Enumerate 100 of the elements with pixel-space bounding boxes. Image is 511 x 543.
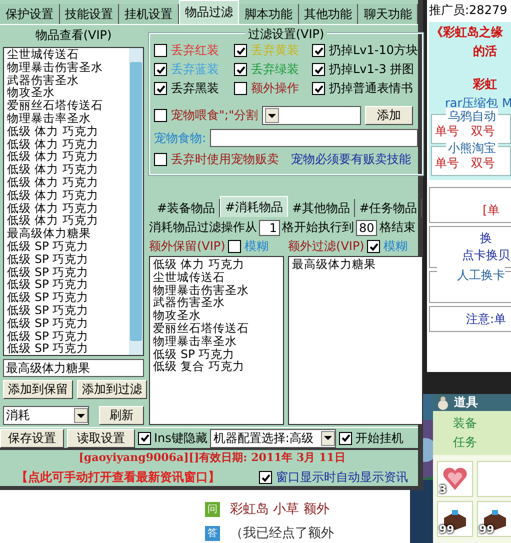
item-slot[interactable]: 3: [437, 461, 473, 497]
list-item[interactable]: 低级 体力 巧克力: [7, 124, 129, 138]
add-button[interactable]: 添加到过滤: [77, 380, 147, 400]
list-box[interactable]: 最高级体力糖果: [288, 256, 424, 425]
list-item[interactable]: 低级 SP 巧克力: [7, 304, 129, 317]
list-item[interactable]: 低级 SP 巧克力: [7, 278, 129, 292]
field-label: 宠物食物:: [154, 130, 206, 146]
checkbox-label: 扔掉普通表情书: [329, 80, 413, 97]
scrollbar[interactable]: [129, 48, 143, 356]
panel-title: 道具: [454, 394, 478, 411]
list-item[interactable]: 最高级体力糖果: [7, 227, 129, 240]
headline-text: 彩虹: [472, 76, 498, 93]
tab[interactable]: #其他物品: [288, 199, 356, 217]
list-item[interactable]: 低级 体力 巧克力: [7, 138, 129, 150]
tab[interactable]: 脚本功能: [239, 4, 299, 24]
checkbox[interactable]: [138, 432, 151, 444]
item-list[interactable]: [3, 47, 144, 356]
checkbox[interactable]: [339, 432, 352, 444]
list-item[interactable]: 低级 体力 巧克力: [153, 258, 280, 271]
list-item[interactable]: 低级 SP 巧克力: [7, 240, 129, 253]
item-name-field[interactable]: 最高级体力糖果: [3, 359, 144, 378]
load-button[interactable]: 读取设置: [67, 428, 135, 448]
tab[interactable]: 物品过滤: [178, 0, 240, 24]
add-button[interactable]: 添加到保留: [3, 380, 73, 400]
list-item[interactable]: 爱丽丝石塔传送石: [153, 322, 280, 335]
list-item[interactable]: 低级 SP 巧克力: [7, 252, 129, 266]
group-title: 过滤设置(VIP): [244, 26, 328, 43]
tab[interactable]: #消耗物品: [220, 196, 288, 217]
item-count: 3: [439, 483, 447, 496]
tab[interactable]: 聊天功能: [358, 4, 418, 24]
list-item[interactable]: 尘世城传送石: [7, 48, 129, 61]
checkbox-label: 丢弃蓝装: [171, 61, 219, 78]
list-item[interactable]: 低级 SP 巧克力: [7, 266, 129, 278]
list-item[interactable]: 低级 复合 巧克力: [153, 360, 280, 374]
machine-select[interactable]: 机器配置选择:高级: [210, 428, 336, 448]
list-item[interactable]: 低级 SP 巧克力: [7, 316, 129, 330]
list-item[interactable]: 尘世城传送石: [153, 270, 280, 284]
checkbox[interactable]: [312, 63, 325, 76]
list-item[interactable]: 低级 体力 巧克力: [7, 163, 129, 176]
checkbox-label: 模糊: [244, 238, 268, 255]
list-item[interactable]: 爱丽丝石塔传送石: [7, 99, 129, 112]
pet-feed-select[interactable]: [262, 106, 362, 125]
checkbox[interactable]: [228, 240, 242, 253]
item-slot[interactable]: 99: [477, 501, 511, 537]
link[interactable]: 双号: [471, 155, 495, 172]
checkbox[interactable]: [234, 63, 247, 76]
pet-food-field[interactable]: [210, 129, 418, 147]
checkbox-label: 丢弃绿装: [251, 61, 299, 78]
list-item[interactable]: 武器伤害圣水: [153, 296, 280, 310]
list-item[interactable]: 低级 体力 巧克力: [7, 150, 129, 164]
checkbox[interactable]: [312, 82, 325, 95]
tab[interactable]: 挂机设置: [119, 4, 179, 24]
checkbox[interactable]: [154, 82, 167, 95]
list-item[interactable]: 低级 SP 巧克力: [7, 330, 129, 342]
group-title: 物品查看(VIP): [34, 27, 113, 44]
add-button[interactable]: 添加: [365, 106, 414, 125]
category-select[interactable]: 消耗: [3, 406, 89, 426]
start-field[interactable]: 1: [259, 220, 280, 236]
checkbox[interactable]: [234, 82, 247, 95]
list-item[interactable]: 最高级体力糖果: [292, 258, 420, 271]
tab[interactable]: #任务物品: [355, 199, 422, 217]
save-button[interactable]: 保存设置: [0, 428, 64, 448]
refresh-button[interactable]: 刷新: [99, 406, 144, 426]
checkbox[interactable]: [154, 63, 167, 76]
checkbox[interactable]: [154, 44, 167, 57]
list-item[interactable]: 物理暴击伤害圣水: [153, 284, 280, 296]
tab[interactable]: 保护设置: [0, 4, 60, 24]
list-item[interactable]: 低级 体力 巧克力: [7, 176, 129, 189]
range-label: 格开始执行到: [282, 219, 354, 236]
list-item[interactable]: 低级 体力 巧克力: [7, 214, 129, 228]
list-item[interactable]: 物理暴击率圣水: [153, 334, 280, 348]
tab[interactable]: 装备: [453, 415, 477, 432]
list-item[interactable]: 低级 体力 巧克力: [7, 202, 129, 214]
qa-text: 彩虹岛 小草 额外: [230, 501, 330, 518]
checkbox[interactable]: [259, 471, 272, 484]
box-text: 点卡换贝: [461, 247, 510, 264]
checkbox[interactable]: [234, 44, 247, 57]
list-item[interactable]: 物攻圣水: [7, 86, 129, 100]
checkbox[interactable]: [312, 44, 325, 57]
list-item[interactable]: 低级 SP 巧克力: [7, 291, 129, 304]
list-item[interactable]: 物理暴击率圣水: [7, 112, 129, 125]
link[interactable]: 双号: [471, 123, 495, 140]
checkbox[interactable]: [367, 240, 380, 253]
list-item[interactable]: 低级 体力 巧克力: [7, 188, 129, 202]
list-item[interactable]: 武器伤害圣水: [7, 74, 129, 86]
list-item[interactable]: 低级 SP 巧克力: [153, 348, 280, 360]
tab[interactable]: 其他功能: [298, 4, 358, 24]
list-item[interactable]: 物攻圣水: [153, 309, 280, 322]
end-field[interactable]: 80: [356, 220, 378, 236]
item-slot[interactable]: 99: [437, 501, 473, 537]
link[interactable]: 单号: [435, 123, 459, 140]
license-text: [gaoyiyang9006a][]有效日期: 2011年 3月 11日: [78, 450, 346, 465]
list-item[interactable]: 低级 SP 巧克力: [7, 342, 129, 356]
checkbox[interactable]: [154, 153, 167, 166]
list-item[interactable]: 物理暴击伤害圣水: [7, 60, 129, 74]
headline-text: 的活: [472, 43, 498, 60]
tab[interactable]: 技能设置: [60, 4, 120, 24]
link[interactable]: 单号: [435, 155, 459, 172]
checkbox[interactable]: [154, 109, 167, 122]
list-box[interactable]: 低级 体力 巧克力 尘世城传送石 物理暴击伤害圣水 武器伤害圣水 物攻圣水 爱丽丝石塔传送石 物理暴击率圣水 低级 SP 巧克力 低级 复合 巧克力: [149, 256, 284, 425]
